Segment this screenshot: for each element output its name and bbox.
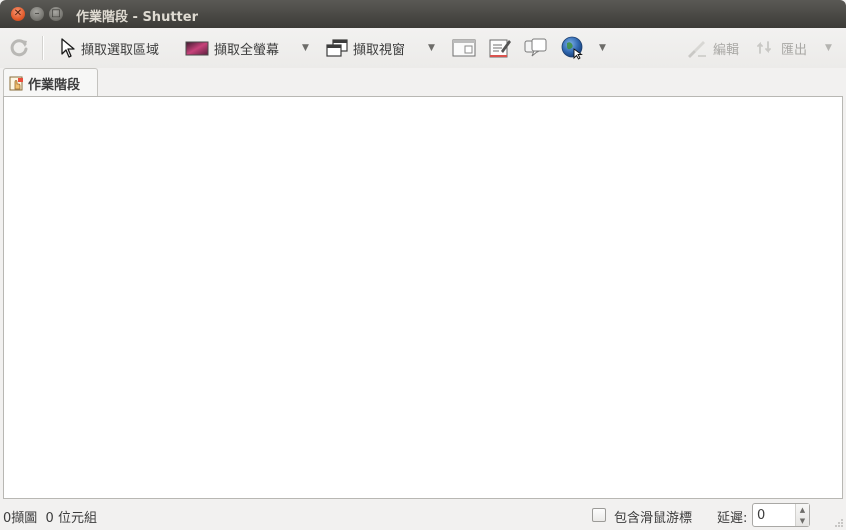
capture-website-dropdown[interactable]: ▼ xyxy=(599,28,606,68)
capture-window-button[interactable]: 擷取視窗 xyxy=(326,28,405,68)
export-arrows-icon xyxy=(757,41,771,54)
export-button[interactable]: 匯出 xyxy=(756,28,807,68)
main-toolbar: 擷取選取區域 擷取全螢幕 ▼ 擷取視窗 ▼ ▼ 編輯 匯出 ▼ xyxy=(0,28,846,68)
session-tab-strip: 作業階段 xyxy=(0,68,846,97)
minimize-window-button[interactable]: – xyxy=(30,7,44,21)
export-dropdown[interactable]: ▼ xyxy=(825,28,832,68)
chevron-up-icon: ▲ xyxy=(799,505,806,514)
capture-help-button[interactable] xyxy=(524,28,548,68)
help-balloon-icon xyxy=(524,38,547,57)
chevron-down-icon: ▼ xyxy=(825,43,832,53)
redo-button[interactable] xyxy=(8,28,30,68)
delay-spin-buttons: ▲ ▼ xyxy=(795,504,809,526)
delay-decrease-button[interactable]: ▼ xyxy=(796,515,809,526)
tab-session-label: 作業階段 xyxy=(28,77,81,93)
include-cursor-checkbox[interactable] xyxy=(592,508,606,522)
session-summary: 0擷圖 0 位元組 xyxy=(3,511,97,526)
toolbar-separator xyxy=(42,36,43,60)
capture-website-button[interactable] xyxy=(561,28,585,68)
capture-desktop-button[interactable]: 擷取全螢幕 xyxy=(185,28,279,68)
session-content-area[interactable] xyxy=(3,96,843,499)
tooltip-capture-icon xyxy=(489,39,511,58)
chevron-down-icon: ▼ xyxy=(599,43,606,53)
status-bar: 0擷圖 0 位元組 包含滑鼠游標 延遲: ▲ ▼ xyxy=(0,500,846,530)
delay-spinbox[interactable]: ▲ ▼ xyxy=(752,503,810,527)
capture-selection-label: 擷取選取區域 xyxy=(81,42,160,58)
edit-draw-icon xyxy=(688,41,706,58)
capture-window-dropdown[interactable]: ▼ xyxy=(428,28,435,68)
minimize-icon: – xyxy=(34,8,40,19)
capture-desktop-dropdown[interactable]: ▼ xyxy=(302,28,309,68)
chevron-down-icon: ▼ xyxy=(799,516,806,525)
tab-session[interactable]: 作業階段 xyxy=(3,68,98,97)
close-icon: ✕ xyxy=(13,8,23,19)
include-cursor-label[interactable]: 包含滑鼠游標 xyxy=(614,507,692,526)
capture-window-label: 擷取視窗 xyxy=(353,42,406,58)
session-hand-icon xyxy=(9,76,23,91)
refresh-icon xyxy=(10,39,28,57)
globe-web-icon xyxy=(561,36,583,60)
shutter-window: ✕ – □ 作業階段 - Shutter 擷取選取區域 擷取全螢幕 ▼ 擷取視窗… xyxy=(0,0,846,530)
capture-tooltip-button[interactable] xyxy=(488,28,512,68)
window-capture-icon xyxy=(326,39,348,57)
pointer-arrow-icon xyxy=(61,38,75,58)
delay-label: 延遲: xyxy=(717,511,748,526)
menu-capture-icon xyxy=(452,39,476,57)
capture-menu-button[interactable] xyxy=(452,28,476,68)
capture-desktop-label: 擷取全螢幕 xyxy=(214,42,280,58)
chevron-down-icon: ▼ xyxy=(428,43,435,53)
window-title: 作業階段 - Shutter xyxy=(76,10,198,25)
maximize-icon: □ xyxy=(51,8,61,19)
chevron-down-icon: ▼ xyxy=(302,43,309,53)
delay-input[interactable] xyxy=(757,507,793,523)
desktop-screenshot-icon xyxy=(185,41,209,56)
close-window-button[interactable]: ✕ xyxy=(11,7,25,21)
capture-selection-button[interactable]: 擷取選取區域 xyxy=(60,28,159,68)
edit-label: 編輯 xyxy=(713,42,740,58)
delay-increase-button[interactable]: ▲ xyxy=(796,504,809,515)
maximize-window-button[interactable]: □ xyxy=(49,7,63,21)
edit-button[interactable]: 編輯 xyxy=(686,28,739,68)
export-label: 匯出 xyxy=(781,42,808,58)
title-bar: ✕ – □ 作業階段 - Shutter xyxy=(0,0,846,28)
resize-grip-icon[interactable] xyxy=(834,518,844,528)
